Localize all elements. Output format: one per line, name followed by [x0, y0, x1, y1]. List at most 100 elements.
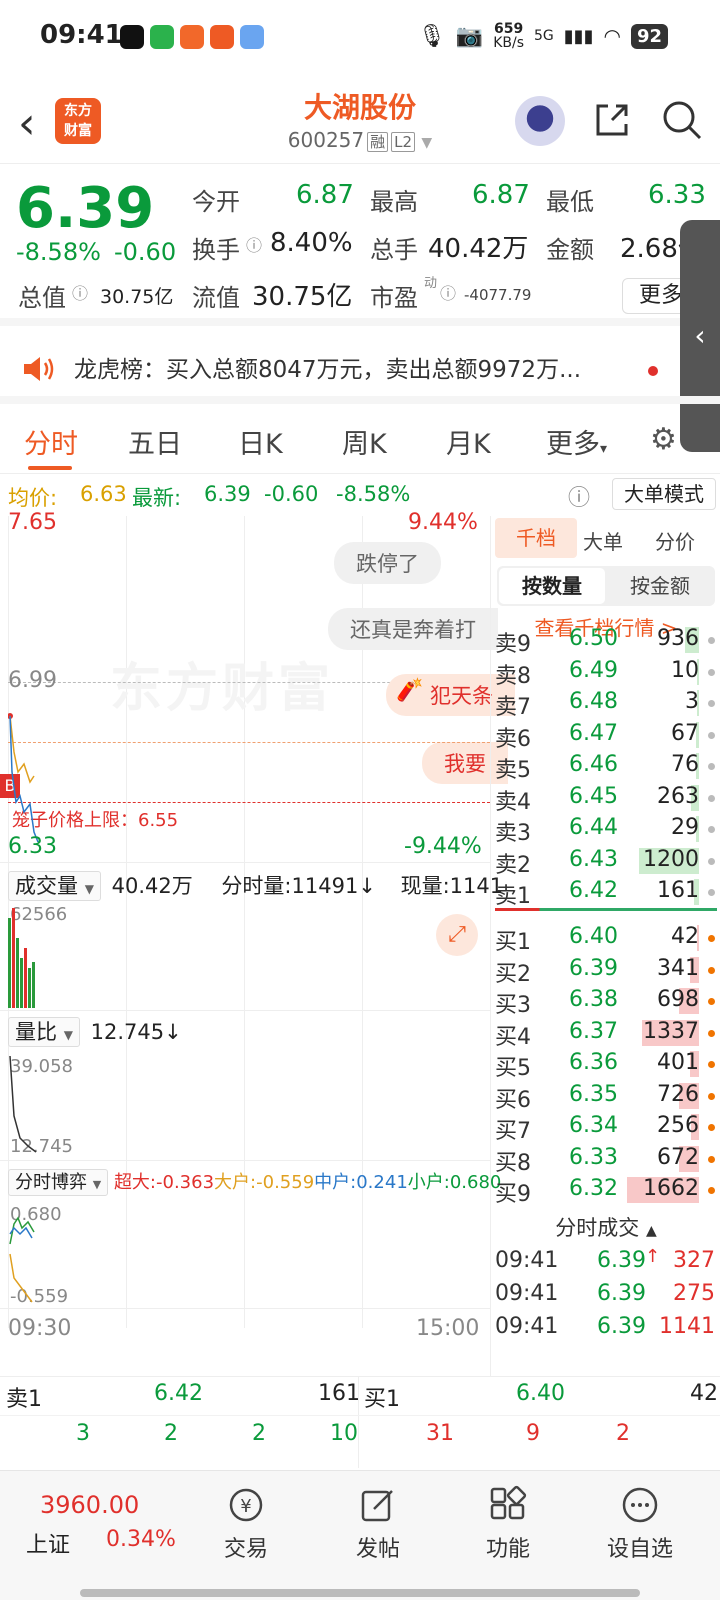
by-quantity-button[interactable]: 按数量: [499, 568, 605, 604]
game-selector[interactable]: 分时博弈 ▼: [8, 1169, 109, 1196]
status-right: 🎙 📷 659 KB/s 5G ▮▮▮ ◠ 92: [418, 22, 668, 50]
status-dot: [708, 700, 715, 707]
level-label: 卖7: [495, 695, 531, 720]
intraday-chart[interactable]: 东方财富 7.65 9.44% 跌停了 还真是奔着打 6.99 犯天条 🧨 我要…: [0, 510, 515, 1376]
level-price: 6.50: [569, 626, 618, 651]
help-icon[interactable]: ⓘ: [568, 480, 590, 512]
share-icon[interactable]: [592, 100, 632, 140]
ai-assistant-icon[interactable]: [515, 96, 565, 146]
level-volume: 1337: [643, 1018, 699, 1044]
panel-divider: [0, 862, 490, 863]
status-dot: [708, 1155, 715, 1163]
level-volume: 76: [671, 752, 699, 777]
info-icon[interactable]: ⓘ: [246, 232, 262, 256]
last-change: -0.60: [264, 482, 319, 506]
signal-label: 5G: [534, 28, 554, 44]
bid-row[interactable]: 买5 6.36 401: [491, 1048, 720, 1081]
bid-row[interactable]: 买6 6.35 726: [491, 1080, 720, 1113]
more-icon: [622, 1487, 658, 1523]
open-label: 今开: [192, 188, 240, 216]
ask-row[interactable]: 卖8 6.49 10: [491, 656, 720, 689]
queue-item: 2: [616, 1421, 630, 1446]
news-ticker[interactable]: 龙虎榜：买入总额8047万元，卖出总额9972万...: [0, 334, 720, 404]
ask-row[interactable]: 卖1 6.42 161: [491, 876, 720, 908]
expand-icon[interactable]: ⤢: [436, 914, 478, 956]
nav-post[interactable]: 发帖: [328, 1485, 428, 1563]
tab-five-day[interactable]: 五日: [128, 422, 182, 461]
ask-row[interactable]: 卖5 6.46 76: [491, 750, 720, 783]
tab-weekly-k[interactable]: 周K: [342, 422, 387, 461]
trades-header[interactable]: 分时成交 ▲: [491, 1212, 720, 1242]
bid-row[interactable]: 买4 6.37 1337: [491, 1017, 720, 1050]
status-dot: [708, 935, 715, 942]
ratio-header: 量比 ▼ 12.745↓: [8, 1016, 182, 1047]
bid-row[interactable]: 买8 6.33 672: [491, 1143, 720, 1176]
level-label: 买7: [495, 1119, 531, 1144]
volume-selector[interactable]: 成交量 ▼: [8, 871, 101, 901]
ask-row[interactable]: 卖4 6.45 263: [491, 782, 720, 815]
level-label: 买5: [495, 1056, 531, 1081]
tab-more[interactable]: 更多▾: [546, 422, 607, 461]
comment-bubble[interactable]: 还真是奔着打: [328, 608, 498, 650]
status-bar: 09:41 🎙 📷 659 KB/s 5G ▮▮▮ ◠ 92: [0, 0, 720, 76]
tab-big-order[interactable]: 大单: [583, 526, 623, 555]
info-icon[interactable]: ⓘ: [440, 280, 456, 304]
mcap-label: 总值: [18, 284, 66, 312]
game-lines: [9, 1216, 35, 1303]
tab-intraday[interactable]: 分时: [24, 422, 78, 461]
level-label: 卖2: [495, 852, 531, 878]
low-label: 最低: [546, 188, 594, 216]
search-icon[interactable]: [660, 98, 704, 142]
watermark: 东方财富: [110, 659, 335, 719]
index-value: 3960.00: [40, 1491, 140, 1519]
quote-panel: 6.39 -8.58% -0.60 今开 6.87 最高 6.87 最低 6.3…: [0, 166, 720, 326]
home-indicator[interactable]: [80, 1589, 640, 1597]
stock-code: 600257: [287, 128, 365, 152]
by-amount-button[interactable]: 按金额: [607, 568, 713, 604]
trade-price: 6.39: [597, 1248, 646, 1273]
level-volume: 67: [671, 720, 699, 746]
bid-row[interactable]: 买1 6.40 42: [491, 922, 720, 955]
tab-daily-k[interactable]: 日K: [238, 422, 283, 461]
edit-icon: [361, 1490, 393, 1522]
nav-trade[interactable]: ¥ 交易: [196, 1485, 296, 1563]
bid-row[interactable]: 买2 6.39 341: [491, 954, 720, 987]
bottom-pct: -9.44%: [404, 834, 482, 859]
tab-thousand-depth[interactable]: 千档: [495, 518, 577, 558]
level-label: 买8: [495, 1150, 531, 1176]
gear-icon[interactable]: ⚙: [650, 422, 677, 457]
trade-row: 09:41 6.39 1141: [491, 1312, 720, 1344]
bid-row[interactable]: 买7 6.34 256: [491, 1111, 720, 1144]
price-summary-line: 均价: 6.63 最新: 6.39 -0.60 -8.58% ⓘ 大单模式: [0, 476, 720, 516]
trade-arrow: ↑: [645, 1246, 661, 1267]
time-end: 15:00: [416, 1316, 480, 1341]
nav-add-watchlist[interactable]: 设自选: [590, 1485, 690, 1563]
level-label: 卖3: [495, 821, 531, 846]
tab-price-dist[interactable]: 分价: [655, 526, 695, 555]
info-icon[interactable]: ⓘ: [72, 280, 88, 304]
status-dot: [708, 794, 715, 802]
level-label: 买9: [495, 1182, 531, 1206]
avg-ref-line: [8, 742, 490, 743]
ask-row[interactable]: 卖2 6.43 1200: [491, 845, 720, 878]
nav-functions[interactable]: 功能: [458, 1485, 558, 1563]
l2-tag: L2: [391, 132, 416, 152]
ask-row[interactable]: 卖9 6.50 936: [491, 624, 720, 657]
status-dot: [708, 826, 715, 833]
index-ticker[interactable]: 3960.00 上证 0.34%: [0, 1471, 190, 1581]
comment-bubble[interactable]: 跌停了: [334, 542, 441, 584]
tab-monthly-k[interactable]: 月K: [446, 422, 491, 461]
ratio-selector[interactable]: 量比 ▼: [8, 1017, 80, 1047]
ask-row[interactable]: 卖3 6.44 29: [491, 813, 720, 846]
big-order-mode-button[interactable]: 大单模式: [612, 478, 716, 510]
firecracker-icon: 🧨: [396, 678, 424, 703]
app-icon: [210, 25, 234, 49]
bid-row[interactable]: 买3 6.38 698: [491, 985, 720, 1018]
ask-row[interactable]: 卖6 6.47 67: [491, 719, 720, 752]
yuan-exchange-icon: ¥: [229, 1488, 263, 1522]
bid-row[interactable]: 买9 6.32 1662: [491, 1174, 720, 1206]
level-price: 6.47: [569, 720, 618, 746]
level-label: 卖6: [495, 726, 531, 752]
status-dot: [708, 889, 715, 896]
ask-row[interactable]: 卖7 6.48 3: [491, 687, 720, 720]
